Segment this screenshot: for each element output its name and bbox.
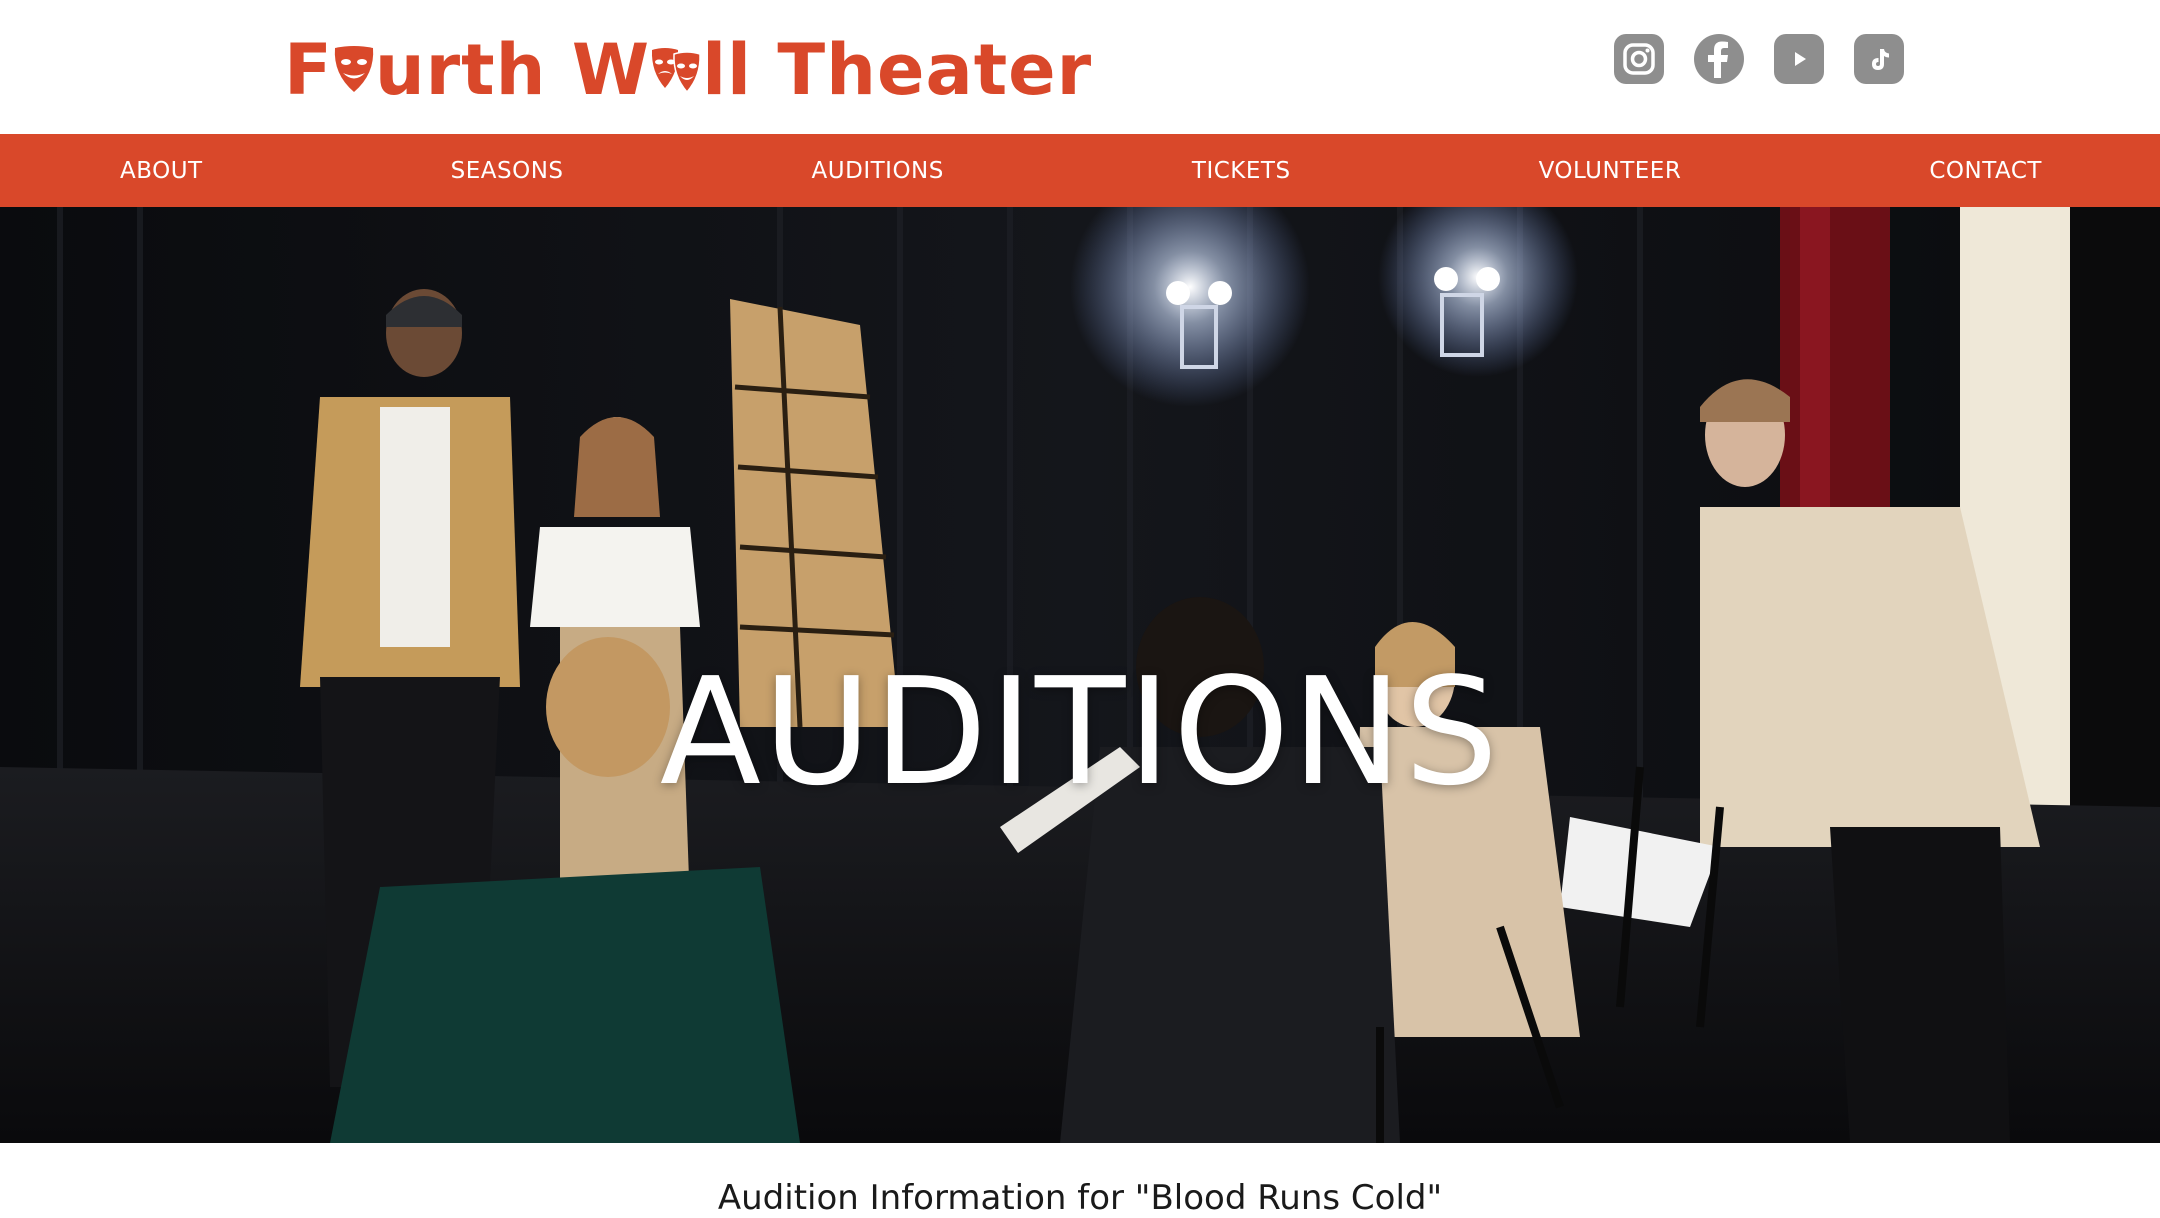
logo-text-part2: urth W (374, 29, 651, 111)
logo-text-part3: ll Theater (702, 29, 1093, 111)
main-navigation: ABOUT SEASONS AUDITIONS TICKETS VOLUNTEE… (0, 134, 2160, 207)
instagram-icon[interactable] (1614, 34, 1664, 84)
tiktok-icon[interactable] (1854, 34, 1904, 84)
nav-volunteer[interactable]: VOLUNTEER (1539, 158, 1682, 184)
nav-contact[interactable]: CONTACT (1929, 158, 2042, 184)
nav-seasons[interactable]: SEASONS (451, 158, 564, 184)
site-logo[interactable]: F urth W ll Theater (284, 20, 1092, 120)
logo-text-part1: F (284, 29, 333, 111)
theater-masks-icon (651, 48, 701, 94)
nav-about[interactable]: ABOUT (120, 158, 203, 184)
comedy-mask-icon (334, 46, 374, 92)
nav-tickets[interactable]: TICKETS (1192, 158, 1291, 184)
youtube-icon[interactable] (1774, 34, 1824, 84)
hero-banner: AUDITIONS (0, 207, 2160, 1143)
audition-info-heading: Audition Information for "Blood Runs Col… (717, 1178, 1443, 1218)
nav-auditions[interactable]: AUDITIONS (812, 158, 944, 184)
social-links (1614, 34, 1904, 84)
facebook-icon[interactable] (1694, 34, 1744, 84)
site-header: F urth W ll Theater (0, 0, 2160, 134)
hero-title: AUDITIONS (659, 646, 1501, 818)
